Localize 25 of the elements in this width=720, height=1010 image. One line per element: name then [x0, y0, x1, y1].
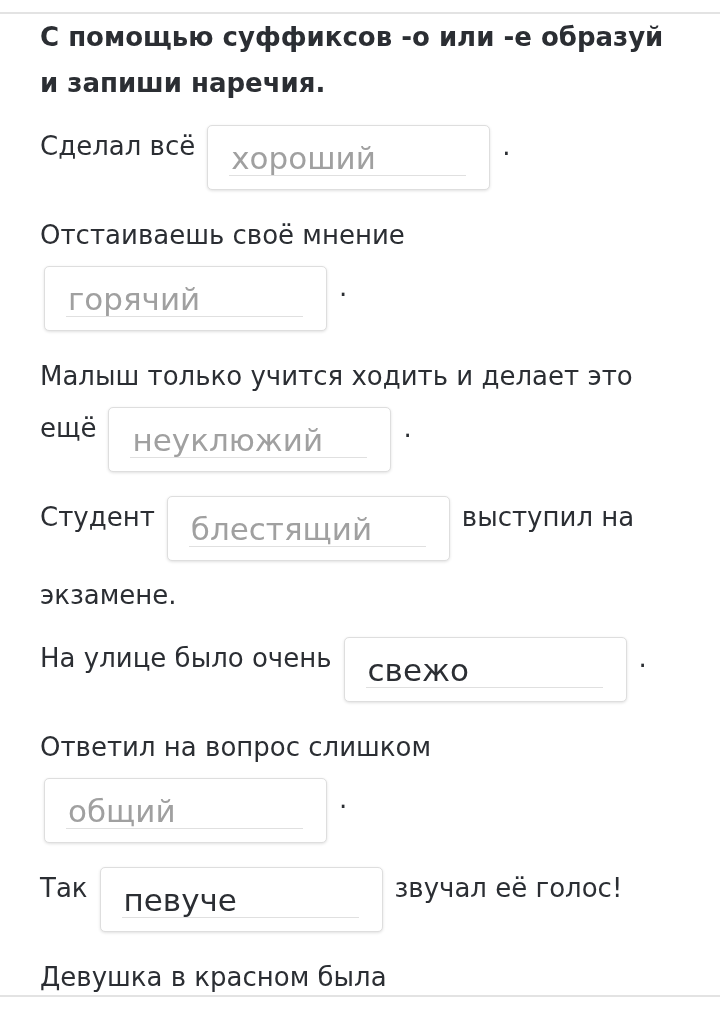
answer-box[interactable]: общий: [44, 778, 327, 843]
sentence-text: .: [502, 130, 511, 163]
sentence-text: .: [638, 642, 647, 675]
sentence-text: выступил на: [461, 501, 635, 534]
sentence-text: .: [339, 783, 348, 816]
instruction-text: С помощью суффиксов -о или -е образуй и запиши наречия.: [40, 21, 665, 100]
sentence-text: Так: [40, 872, 88, 905]
sentence-text: звучал её голос!: [394, 872, 623, 905]
sentence-text: .: [403, 412, 412, 445]
answer-box[interactable]: неуклюжий: [108, 407, 392, 472]
sentence-text: Сделал всё: [40, 130, 196, 163]
answer-box[interactable]: горячий: [44, 266, 327, 331]
sentence-text: ещё: [40, 412, 97, 445]
answer-box[interactable]: блестящий: [166, 496, 450, 561]
sentence-text: Малыш только учится ходить и делает это: [40, 360, 633, 393]
answer-box[interactable]: певуче: [99, 867, 383, 932]
sentence-text: На улице было очень: [40, 642, 332, 675]
sentence-text: Студент: [40, 501, 155, 534]
sentence-text: экзамене.: [40, 579, 177, 612]
sentence-text: .: [339, 271, 348, 304]
sentence-text: Отстаиваешь своё мнение: [40, 219, 405, 252]
sentence-text: Девушка в красном была: [40, 961, 387, 994]
answer-box[interactable]: свежо: [343, 637, 627, 702]
answer-box[interactable]: хороший: [207, 125, 491, 190]
sentence-text: Ответил на вопрос слишком: [40, 731, 432, 764]
